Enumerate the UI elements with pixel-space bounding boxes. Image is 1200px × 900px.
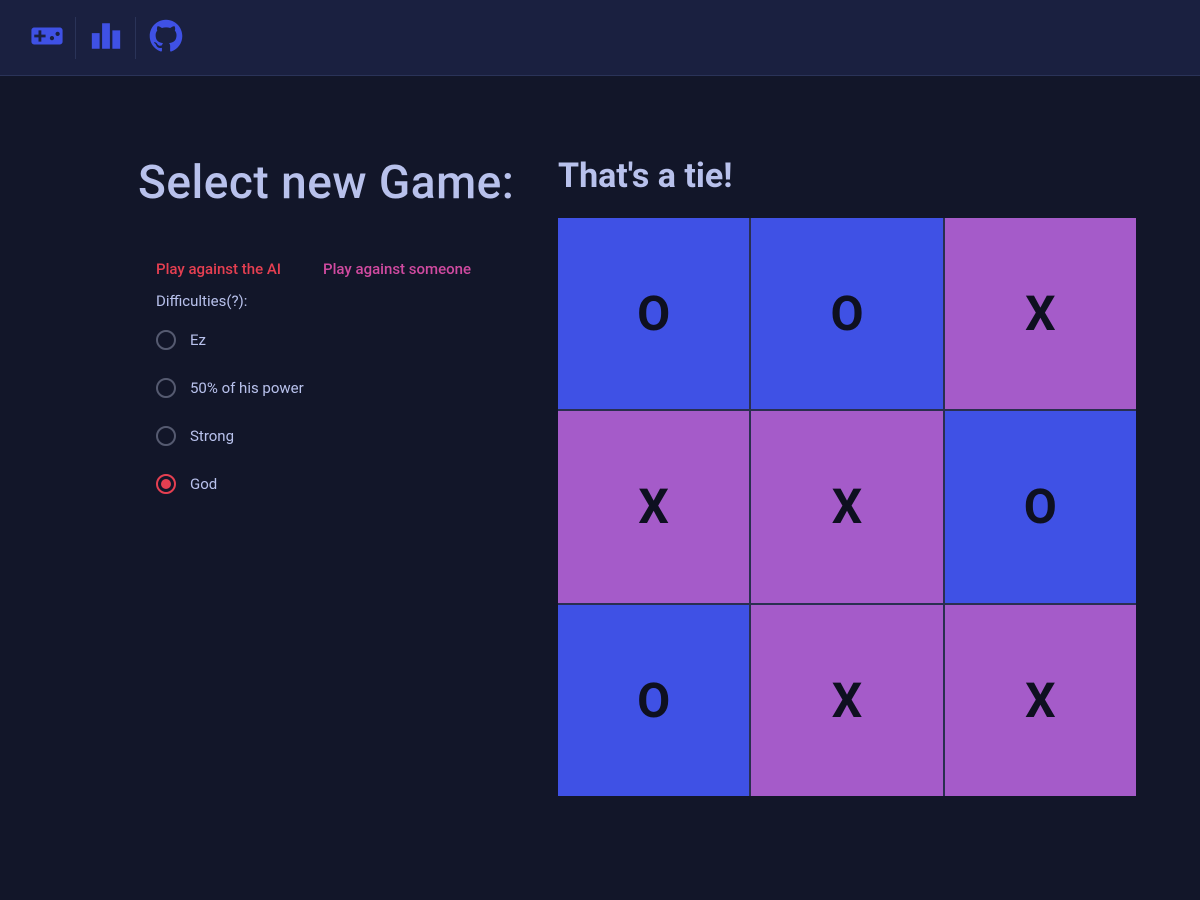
radio-icon: [156, 426, 176, 446]
left-panel: Select new Game: Play against the AI Pla…: [60, 156, 540, 796]
board-cell-7[interactable]: X: [751, 605, 942, 796]
right-panel: That's a tie! O O X X X O O X X: [540, 156, 1140, 796]
radio-icon: [156, 330, 176, 350]
difficulty-label: Ez: [190, 331, 206, 349]
game-icon: [30, 19, 64, 57]
radio-icon: [156, 474, 176, 494]
board-cell-2[interactable]: X: [945, 218, 1136, 409]
top-nav: [0, 0, 1200, 76]
radio-icon: [156, 378, 176, 398]
main: Select new Game: Play against the AI Pla…: [0, 76, 1200, 796]
board-cell-5[interactable]: O: [945, 411, 1136, 602]
difficulty-options: Ez 50% of his power Strong God: [138, 330, 540, 494]
difficulty-option-god[interactable]: God: [156, 474, 540, 494]
difficulty-label: Strong: [190, 427, 234, 445]
board-cell-3[interactable]: X: [558, 411, 749, 602]
board-cell-6[interactable]: O: [558, 605, 749, 796]
difficulties-label: Difficulties(?):: [138, 292, 540, 310]
game-status: That's a tie!: [558, 156, 1140, 196]
difficulty-label: God: [190, 475, 217, 493]
board-cell-8[interactable]: X: [945, 605, 1136, 796]
nav-leaderboard[interactable]: [76, 17, 136, 59]
link-play-pvp[interactable]: Play against someone: [323, 260, 471, 278]
leaderboard-icon: [89, 19, 123, 57]
link-play-ai[interactable]: Play against the AI: [156, 260, 281, 278]
difficulty-option-50[interactable]: 50% of his power: [156, 378, 540, 398]
github-icon: [149, 19, 183, 57]
page-title: Select new Game:: [138, 156, 540, 210]
mode-links: Play against the AI Play against someone: [138, 260, 540, 278]
difficulty-option-strong[interactable]: Strong: [156, 426, 540, 446]
nav-game[interactable]: [18, 17, 76, 59]
game-board: O O X X X O O X X: [558, 218, 1136, 796]
difficulty-label: 50% of his power: [190, 379, 304, 397]
difficulty-option-ez[interactable]: Ez: [156, 330, 540, 350]
nav-github[interactable]: [136, 17, 196, 59]
board-cell-1[interactable]: O: [751, 218, 942, 409]
board-cell-4[interactable]: X: [751, 411, 942, 602]
board-cell-0[interactable]: O: [558, 218, 749, 409]
